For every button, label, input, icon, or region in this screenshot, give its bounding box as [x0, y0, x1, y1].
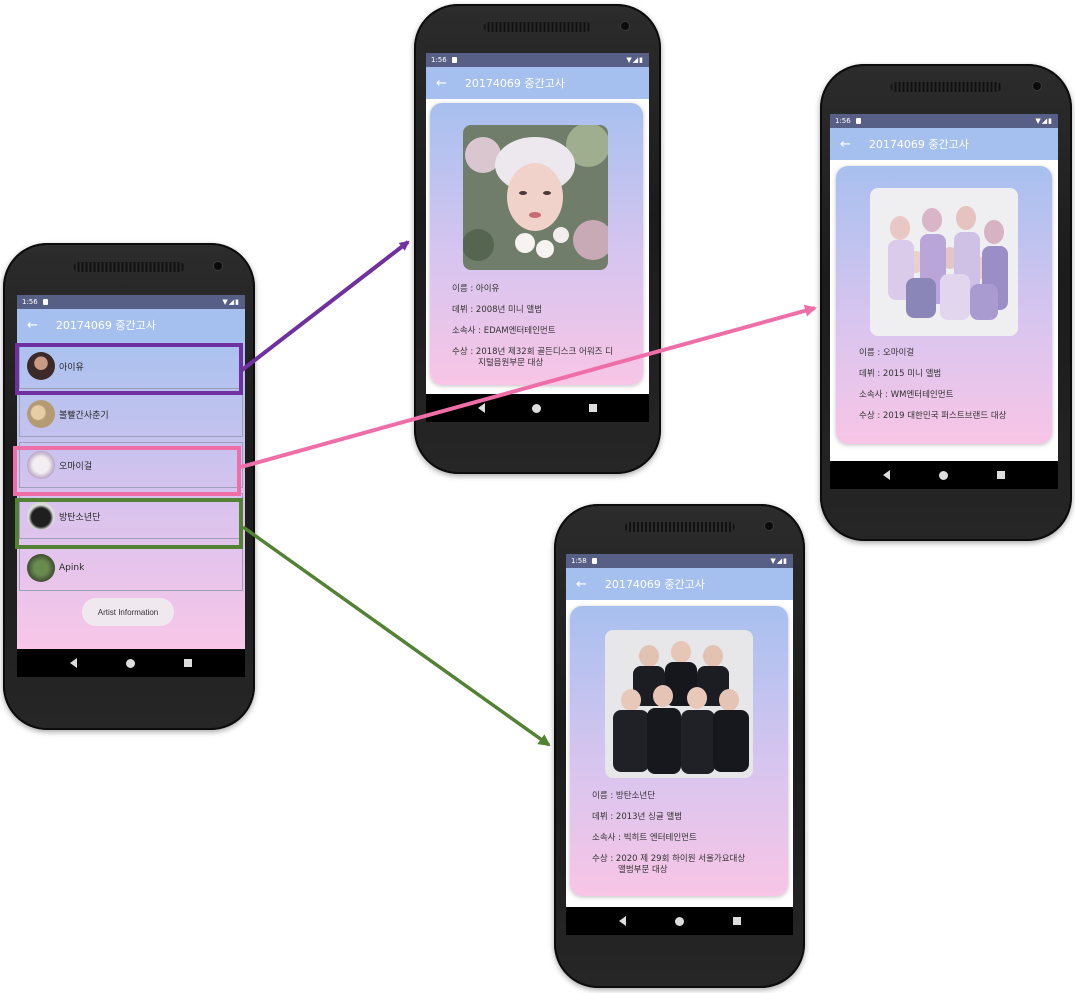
arrow-iu	[240, 240, 410, 372]
arrow-bts	[241, 525, 551, 747]
arrow-ohmygirl	[240, 304, 817, 469]
connector-arrows	[240, 240, 817, 747]
